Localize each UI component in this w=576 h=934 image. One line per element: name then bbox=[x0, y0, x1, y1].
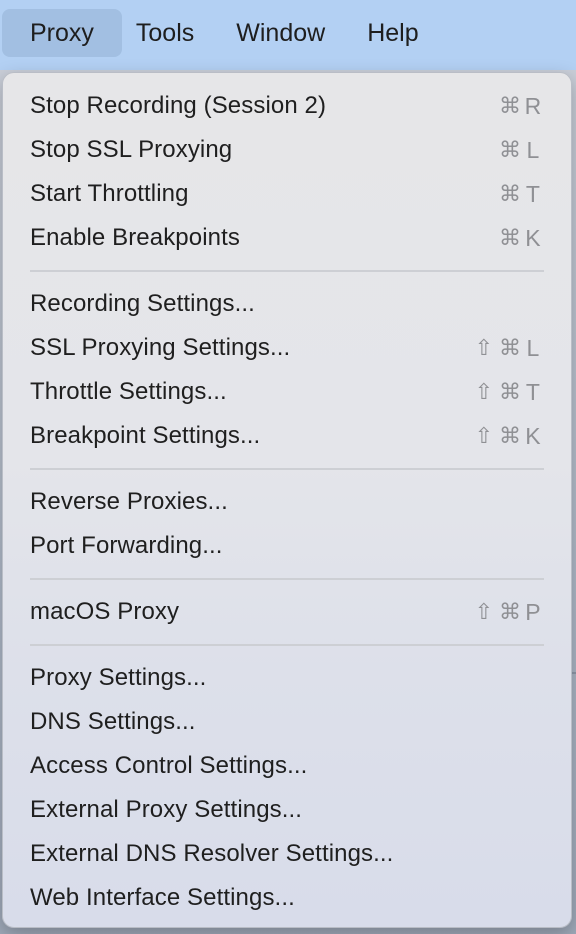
menu-item-label: SSL Proxying Settings... bbox=[30, 334, 291, 361]
command-icon: ⌘ bbox=[498, 599, 522, 625]
menu-item-breakpoint-settings[interactable]: Breakpoint Settings... ⇧ ⌘ K bbox=[3, 414, 571, 458]
menu-item-web-interface-settings[interactable]: Web Interface Settings... bbox=[3, 876, 571, 920]
shortcut-key: L bbox=[526, 136, 540, 163]
menu-item-label: Enable Breakpoints bbox=[30, 224, 240, 251]
separator-line bbox=[30, 578, 544, 580]
menu-separator bbox=[3, 260, 571, 282]
menu-item-stop-recording-session-2[interactable]: Stop Recording (Session 2) ⌘ R bbox=[3, 84, 571, 128]
menu-item-ssl-proxying-settings[interactable]: SSL Proxying Settings... ⇧ ⌘ L bbox=[3, 326, 571, 370]
menubar-tools[interactable]: Tools bbox=[122, 9, 208, 57]
shortcut-key: T bbox=[525, 378, 541, 405]
command-icon: ⌘ bbox=[498, 379, 522, 405]
menu-item-dns-settings[interactable]: DNS Settings... bbox=[3, 700, 571, 744]
shift-icon: ⇧ bbox=[474, 423, 494, 449]
keyboard-shortcut: ⇧ ⌘ P bbox=[471, 599, 543, 626]
shortcut-key: T bbox=[525, 180, 541, 207]
menu-separator bbox=[3, 634, 571, 656]
menu-item-label: Throttle Settings... bbox=[30, 378, 227, 405]
shortcut-key: P bbox=[525, 598, 541, 625]
menu-item-start-throttling[interactable]: Start Throttling ⌘ T bbox=[3, 172, 571, 216]
command-icon: ⌘ bbox=[498, 423, 522, 449]
menu-separator bbox=[3, 568, 571, 590]
shift-icon: ⇧ bbox=[474, 335, 494, 361]
menu-separator bbox=[3, 458, 571, 480]
shortcut-key: L bbox=[526, 334, 540, 361]
keyboard-shortcut: ⌘ K bbox=[497, 225, 543, 252]
keyboard-shortcut: ⌘ L bbox=[497, 137, 543, 164]
menu-item-stop-ssl-proxying[interactable]: Stop SSL Proxying ⌘ L bbox=[3, 128, 571, 172]
menu-item-label: External DNS Resolver Settings... bbox=[30, 840, 394, 867]
menu-item-label: Breakpoint Settings... bbox=[30, 422, 261, 449]
menu-item-label: Access Control Settings... bbox=[30, 752, 308, 779]
menubar-help[interactable]: Help bbox=[343, 9, 436, 57]
menu-item-throttle-settings[interactable]: Throttle Settings... ⇧ ⌘ T bbox=[3, 370, 571, 414]
menubar-proxy[interactable]: Proxy bbox=[2, 9, 122, 57]
menu-item-label: Port Forwarding... bbox=[30, 532, 223, 559]
menu-item-label: Start Throttling bbox=[30, 180, 189, 207]
menu-item-label: Stop SSL Proxying bbox=[30, 136, 233, 163]
menu-item-label: External Proxy Settings... bbox=[30, 796, 303, 823]
separator-line bbox=[30, 468, 544, 470]
command-icon: ⌘ bbox=[498, 93, 522, 119]
menu-item-port-forwarding[interactable]: Port Forwarding... bbox=[3, 524, 571, 568]
menu-item-proxy-settings[interactable]: Proxy Settings... bbox=[3, 656, 571, 700]
keyboard-shortcut: ⇧ ⌘ K bbox=[471, 423, 543, 450]
command-icon: ⌘ bbox=[498, 225, 522, 251]
menu-item-enable-breakpoints[interactable]: Enable Breakpoints ⌘ K bbox=[3, 216, 571, 260]
menu-item-label: Stop Recording (Session 2) bbox=[30, 92, 327, 119]
shift-icon: ⇧ bbox=[474, 599, 494, 625]
menu-item-label: macOS Proxy bbox=[30, 598, 180, 625]
proxy-dropdown-menu: Stop Recording (Session 2) ⌘ R Stop SSL Pro… bbox=[2, 72, 572, 928]
separator-line bbox=[30, 644, 544, 646]
menu-item-label: Web Interface Settings... bbox=[30, 884, 295, 911]
command-icon: ⌘ bbox=[498, 137, 522, 163]
keyboard-shortcut: ⌘ R bbox=[497, 93, 543, 120]
command-icon: ⌘ bbox=[498, 335, 522, 361]
keyboard-shortcut: ⌘ T bbox=[497, 181, 543, 208]
menu-item-label: Recording Settings... bbox=[30, 290, 255, 317]
keyboard-shortcut: ⇧ ⌘ T bbox=[471, 379, 543, 406]
command-icon: ⌘ bbox=[498, 181, 522, 207]
menu-item-recording-settings[interactable]: Recording Settings... bbox=[3, 282, 571, 326]
shortcut-key: R bbox=[524, 92, 542, 119]
menubar-window[interactable]: Window bbox=[208, 9, 343, 57]
menu-item-label: Proxy Settings... bbox=[30, 664, 207, 691]
keyboard-shortcut: ⇧ ⌘ L bbox=[471, 335, 543, 362]
shortcut-key: K bbox=[525, 422, 541, 449]
menu-item-reverse-proxies[interactable]: Reverse Proxies... bbox=[3, 480, 571, 524]
menu-item-label: Reverse Proxies... bbox=[30, 488, 228, 515]
shift-icon: ⇧ bbox=[474, 379, 494, 405]
menu-bar: Proxy Tools Window Help bbox=[0, 0, 576, 70]
menu-item-label: DNS Settings... bbox=[30, 708, 196, 735]
menu-item-external-proxy-settings[interactable]: External Proxy Settings... bbox=[3, 788, 571, 832]
menu-item-external-dns-resolver-settings[interactable]: External DNS Resolver Settings... bbox=[3, 832, 571, 876]
menu-item-macos-proxy[interactable]: macOS Proxy ⇧ ⌘ P bbox=[3, 590, 571, 634]
separator-line bbox=[30, 270, 544, 272]
shortcut-key: K bbox=[525, 224, 541, 251]
menu-item-access-control-settings[interactable]: Access Control Settings... bbox=[3, 744, 571, 788]
